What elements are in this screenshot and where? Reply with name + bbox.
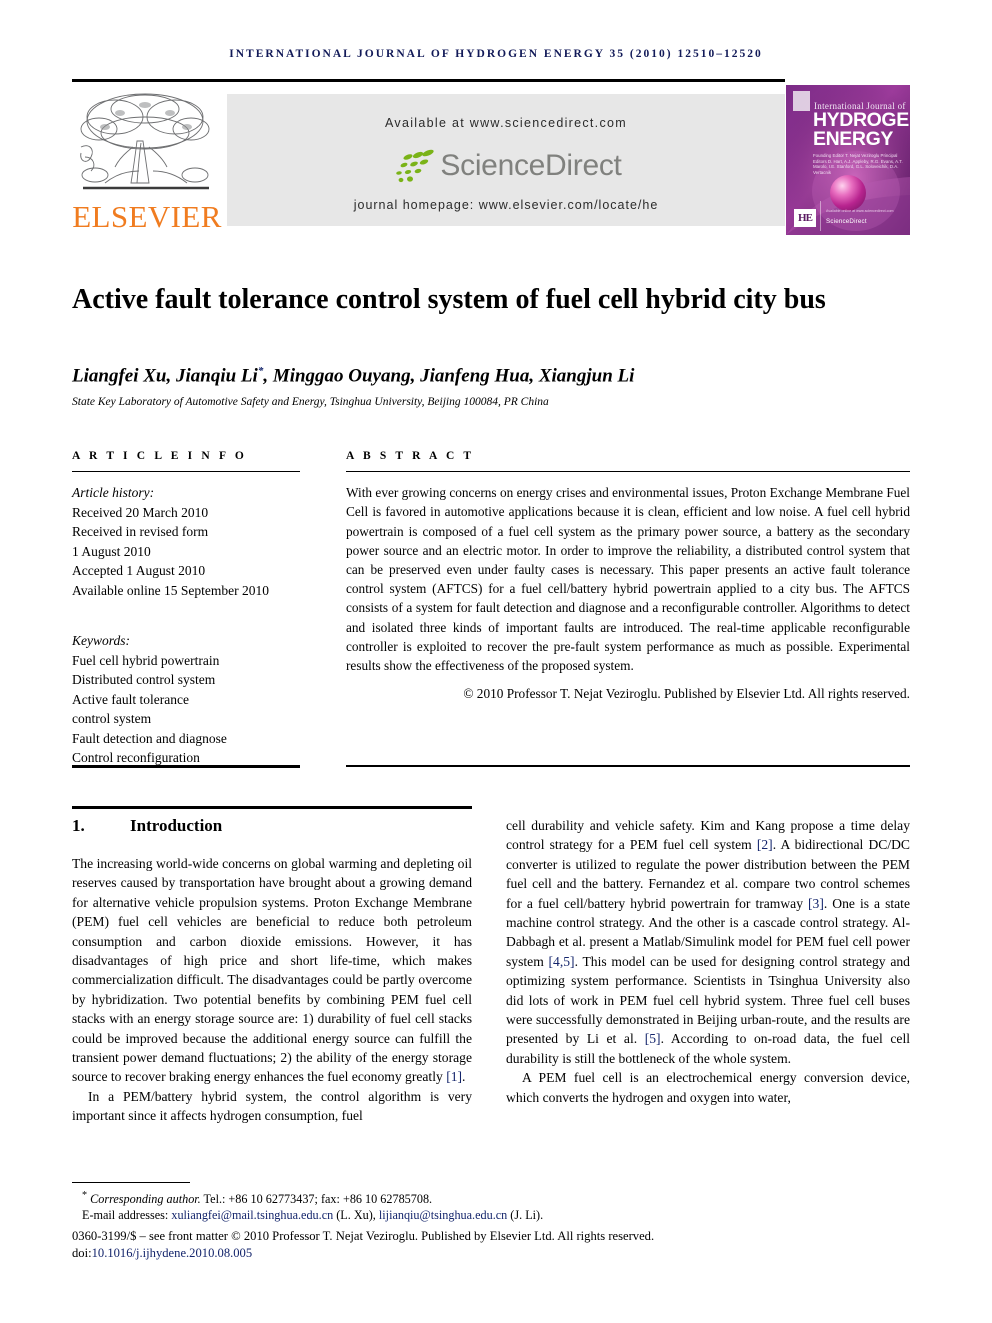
sciencedirect-wordmark: ScienceDirect xyxy=(440,149,622,182)
footnote-rule xyxy=(72,1182,190,1184)
journal-cover-thumbnail: International Journal of HYDROGEN ENERGY… xyxy=(786,85,910,235)
introduction-top-rule xyxy=(72,806,472,810)
cover-sciencedirect-mark: ScienceDirect xyxy=(826,218,867,225)
citation-ref-1[interactable]: [1] xyxy=(446,1069,462,1084)
article-history-label: Article history: xyxy=(72,485,155,501)
cover-divider xyxy=(820,201,821,231)
cover-sphere-graphic xyxy=(830,175,866,211)
sciencedirect-logo: ScienceDirect xyxy=(227,144,785,188)
abstract-bottom-rule xyxy=(346,765,910,767)
footnote-block: * Corresponding author. Tel.: +86 10 627… xyxy=(72,1188,912,1224)
cover-he-badge: HE xyxy=(794,209,816,227)
citation-ref-3[interactable]: [3] xyxy=(808,896,824,911)
email-owner-2: (J. Li). xyxy=(507,1208,544,1223)
elsevier-tree-icon xyxy=(80,93,210,190)
article-history: Article history: Received 20 March 2010 … xyxy=(72,483,300,600)
abstract-rule xyxy=(346,471,910,473)
front-matter-block: 0360-3199/$ – see front matter © 2010 Pr… xyxy=(72,1228,912,1262)
paper-page: INTERNATIONAL JOURNAL OF HYDROGEN ENERGY… xyxy=(0,0,992,1323)
affiliation: State Key Laboratory of Automotive Safet… xyxy=(72,396,549,408)
citation-ref-5[interactable]: [5] xyxy=(645,1031,661,1046)
section-title: Introduction xyxy=(130,816,223,835)
history-item: Received in revised form xyxy=(72,524,209,540)
page-title: Active fault tolerance control system of… xyxy=(72,283,826,315)
abstract-copyright: © 2010 Professor T. Nejat Veziroglu. Pub… xyxy=(463,686,910,702)
doi-label: doi: xyxy=(72,1246,92,1260)
paragraph: A PEM fuel cell is an electrochemical en… xyxy=(506,1070,910,1105)
elsevier-logo: ELSEVIER xyxy=(72,85,222,235)
abstract-column: A B S T R A C T With ever growing concer… xyxy=(346,450,910,702)
cover-sciencedirect-tagline: Available online at www.sciencedirect.co… xyxy=(826,209,894,213)
journal-running-head: INTERNATIONAL JOURNAL OF HYDROGEN ENERGY… xyxy=(229,48,763,60)
article-info-column: A R T I C L E I N F O Article history: R… xyxy=(72,450,300,768)
available-at-text: Available at www.sciencedirect.com xyxy=(385,116,627,130)
doi-link[interactable]: 10.1016/j.ijhydene.2010.08.005 xyxy=(92,1246,253,1260)
article-info-label: A R T I C L E I N F O xyxy=(72,450,247,462)
history-item: Available online 15 September 2010 xyxy=(72,582,269,598)
citation-ref-2[interactable]: [2] xyxy=(757,837,773,852)
keyword-item: control system xyxy=(72,711,152,727)
author-names-rest: , Minggao Ouyang, Jianfeng Hua, Xiangjun… xyxy=(263,365,635,387)
email-link-2[interactable]: lijianqiu@tsinghua.edu.cn xyxy=(379,1208,507,1222)
citation-ref-4[interactable]: [4,5] xyxy=(549,954,575,969)
paragraph-text: The increasing world-wide concerns on gl… xyxy=(72,856,472,1085)
cover-elsevier-mark xyxy=(793,91,810,111)
keyword-item: Fault detection and diagnose xyxy=(72,730,227,746)
sciencedirect-leaf-icon xyxy=(396,149,435,183)
abstract-text: With ever growing concerns on energy cri… xyxy=(346,485,910,674)
elsevier-wordmark: ELSEVIER xyxy=(72,199,222,234)
body-column-right: cell durability and vehicle safety. Kim … xyxy=(506,816,910,1107)
email-owner-1: (L. Xu), xyxy=(333,1208,379,1223)
keywords-block: Keywords: Fuel cell hybrid powertrain Di… xyxy=(72,631,300,768)
body-column-left: 1. Introduction The increasing world-wide… xyxy=(72,816,472,1126)
paragraph: In a PEM/battery hybrid system, the cont… xyxy=(72,1088,472,1124)
journal-homepage-text: journal homepage: www.elsevier.com/locat… xyxy=(353,198,659,212)
email-note: E-mail addresses: xuliangfei@mail.tsingh… xyxy=(72,1207,912,1223)
paragraph: cell durability and vehicle safety. Kim … xyxy=(506,816,910,1068)
author-names-first: Liangfei Xu, Jianqiu Li xyxy=(72,365,258,387)
footnote-marker: * xyxy=(82,1190,88,1201)
paragraph-text-end: . xyxy=(462,1069,466,1085)
masthead-block: ELSEVIER Available at www.sciencedirect.… xyxy=(72,85,910,235)
keyword-item: Distributed control system xyxy=(72,672,216,688)
section-heading-introduction: 1. Introduction xyxy=(72,816,472,836)
keyword-item: Active fault tolerance xyxy=(72,691,189,707)
email-label: E-mail addresses: xyxy=(82,1208,169,1223)
masthead-divider xyxy=(72,79,785,82)
article-info-bottom-rule xyxy=(72,765,300,768)
cover-editors: Founding Editor T. Nejat Veziroglu Princ… xyxy=(813,153,903,175)
paragraph: The increasing world-wide concerns on gl… xyxy=(72,854,472,1087)
front-matter-line: 0360-3199/$ – see front matter © 2010 Pr… xyxy=(72,1229,655,1243)
cover-title: HYDROGEN ENERGY xyxy=(813,109,910,150)
history-item: Accepted 1 August 2010 xyxy=(72,563,206,579)
corresponding-author-label: Corresponding author. xyxy=(90,1192,201,1207)
article-info-rule xyxy=(72,471,300,473)
history-item: 1 August 2010 xyxy=(72,543,151,559)
sciencedirect-panel: Available at www.sciencedirect.com Scien… xyxy=(227,94,785,226)
doi-line: doi:10.1016/j.ijhydene.2010.08.005 xyxy=(72,1245,912,1262)
abstract-label: A B S T R A C T xyxy=(346,450,475,462)
email-link-1[interactable]: xuliangfei@mail.tsinghua.edu.cn xyxy=(171,1208,333,1222)
history-item: Received 20 March 2010 xyxy=(72,504,209,520)
keyword-item: Fuel cell hybrid powertrain xyxy=(72,652,220,668)
corresponding-author-note: * Corresponding author. Tel.: +86 10 627… xyxy=(72,1188,912,1207)
corresponding-author-contact: Tel.: +86 10 62773437; fax: +86 10 62785… xyxy=(200,1192,433,1207)
author-list: Liangfei Xu, Jianqiu Li*, Minggao Ouyang… xyxy=(72,365,902,387)
keywords-label: Keywords: xyxy=(72,633,130,649)
section-number: 1. xyxy=(72,816,85,835)
